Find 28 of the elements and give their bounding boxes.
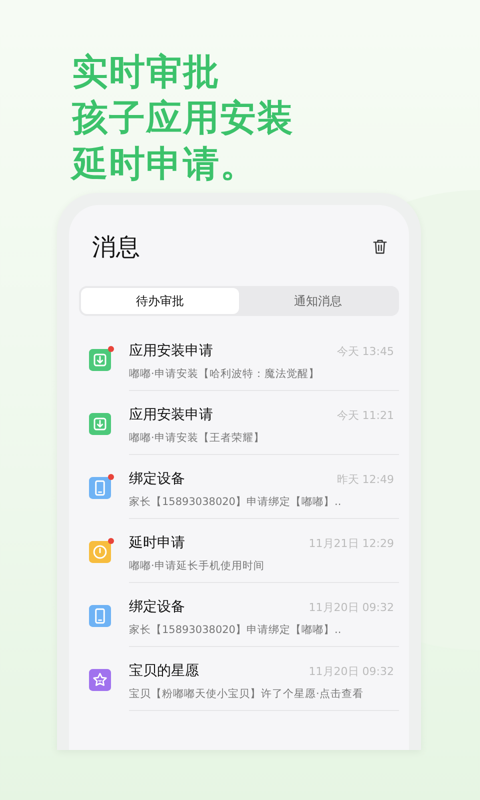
message-time: 11月21日 12:29 <box>308 536 394 551</box>
clock-icon <box>89 541 111 563</box>
headline-line: 实时审批 <box>72 51 221 95</box>
message-title: 应用安装申请 <box>129 406 213 424</box>
message-time: 今天 13:45 <box>336 344 394 359</box>
message-time: 11月20日 09:32 <box>308 600 394 615</box>
message-detail: 家长【15893038020】申请绑定【嘟嘟】.. <box>129 623 342 637</box>
message-title: 应用安装申请 <box>129 342 213 360</box>
message-title: 延时申请 <box>129 534 185 552</box>
message-title: 绑定设备 <box>129 470 185 488</box>
message-detail: 宝贝【粉嘟嘟天使小宝贝】许了个星愿·点击查看 <box>129 687 364 701</box>
message-time: 11月20日 09:32 <box>308 664 394 679</box>
message-title: 绑定设备 <box>129 598 185 616</box>
message-detail: 嘟嘟·申请安装【哈利波特：魔法觉醒】 <box>129 367 320 381</box>
tab[interactable]: 待办审批 <box>81 288 239 314</box>
message-time: 昨天 12:49 <box>336 472 394 487</box>
message-title: 宝贝的星愿 <box>129 662 199 680</box>
message-detail: 家长【15893038020】申请绑定【嘟嘟】.. <box>129 495 342 509</box>
message-detail: 嘟嘟·申请安装【王者荣耀】 <box>129 431 266 445</box>
message-time: 今天 11:21 <box>336 408 394 423</box>
tab[interactable]: 通知消息 <box>239 288 397 314</box>
headline-line: 孩子应用安装 <box>72 97 295 141</box>
phone-icon <box>89 477 111 499</box>
trash-icon[interactable] <box>373 239 387 255</box>
headline-line: 延时申请。 <box>72 143 258 187</box>
download-icon <box>89 349 111 371</box>
page-title: 消息 <box>92 232 140 263</box>
message-detail: 嘟嘟·申请延长手机使用时间 <box>129 559 266 573</box>
